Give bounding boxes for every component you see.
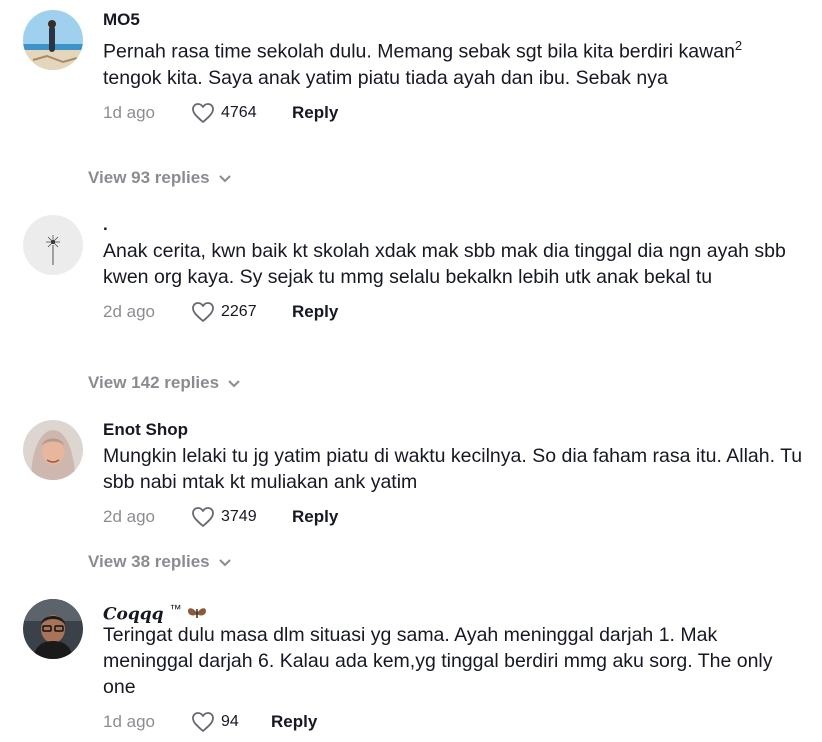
heart-outline-icon <box>192 712 214 732</box>
chevron-down-icon <box>218 175 231 183</box>
reply-button[interactable]: Reply <box>271 712 317 732</box>
comment-meta: 1d ago 4764 Reply <box>103 99 803 127</box>
comment-text-superscript: 2 <box>734 38 743 53</box>
comment-username[interactable]: . <box>103 215 803 235</box>
view-replies-button[interactable]: View 93 replies <box>88 168 232 188</box>
like-button[interactable]: 2267 <box>191 301 292 323</box>
heart-outline-icon <box>192 302 214 322</box>
chevron-down-icon <box>228 380 240 388</box>
reply-button[interactable]: Reply <box>292 103 338 123</box>
comment-text: Mungkin lelaki tu jg yatim piatu di wakt… <box>103 445 803 493</box>
view-replies-button[interactable]: View 142 replies <box>88 373 241 393</box>
avatar[interactable] <box>23 10 83 70</box>
avatar[interactable] <box>23 599 83 659</box>
like-count: 4764 <box>221 103 257 121</box>
comment-body: Enot Shop Mungkin lelaki tu jg yatim pia… <box>103 420 803 531</box>
like-count: 3749 <box>221 508 257 525</box>
comment-date: 2d ago <box>103 302 155 321</box>
comment-body: MO5 Pernah rasa time sekolah dulu. Meman… <box>103 10 803 127</box>
like-count: 94 <box>221 713 239 730</box>
comment-text: Anak cerita, kwn baik kt skolah xdak mak… <box>103 240 786 288</box>
avatar-dandelion-image <box>23 215 83 275</box>
reply-button[interactable]: Reply <box>292 507 338 527</box>
comment-username[interactable]: Enot Shop <box>103 420 803 440</box>
comment-meta: 1d ago 94 Reply <box>103 708 803 736</box>
view-replies-label: View 142 replies <box>88 373 220 392</box>
avatar-beach-image <box>23 10 83 70</box>
like-button[interactable]: 3749 <box>191 506 292 528</box>
view-replies-label: View 93 replies <box>88 168 210 187</box>
comment-date: 1d ago <box>103 102 155 122</box>
comment-body: Coqqq ™ Teringat dulu masa dlm situasi y… <box>103 599 803 736</box>
avatar[interactable] <box>23 215 83 275</box>
avatar-man-glasses-image <box>23 599 83 659</box>
trademark-symbol: ™ <box>169 602 182 616</box>
comment-text: Pernah rasa time sekolah dulu. Memang se… <box>103 33 803 91</box>
like-button[interactable]: 94 <box>191 711 271 733</box>
comment-date: 2d ago <box>103 507 155 526</box>
comment-body: . Anak cerita, kwn baik kt skolah xdak m… <box>103 215 803 326</box>
comment-date: 1d ago <box>103 712 155 731</box>
comment-text: Teringat dulu masa dlm situasi yg sama. … <box>103 624 773 698</box>
view-replies-button[interactable]: View 38 replies <box>88 552 232 572</box>
avatar-woman-hijab-image <box>23 420 83 480</box>
like-button[interactable]: 4764 <box>191 102 292 124</box>
reply-button[interactable]: Reply <box>292 302 338 322</box>
like-count: 2267 <box>221 303 257 320</box>
comment-text-part: Pernah rasa time sekolah dulu. Memang se… <box>103 40 735 63</box>
chevron-down-icon <box>218 559 231 567</box>
comment-meta: 2d ago 2267 Reply <box>103 298 803 326</box>
comment-username[interactable]: Coqqq ™ <box>103 599 803 625</box>
heart-outline-icon <box>192 102 214 123</box>
comment-text-part: tengok kita. Saya anak yatim piatu tiada… <box>103 66 668 89</box>
avatar[interactable] <box>23 420 83 480</box>
heart-outline-icon <box>192 507 214 527</box>
view-replies-label: View 38 replies <box>88 552 210 571</box>
comment-username[interactable]: MO5 <box>103 10 803 30</box>
comment-meta: 2d ago 3749 Reply <box>103 503 803 531</box>
